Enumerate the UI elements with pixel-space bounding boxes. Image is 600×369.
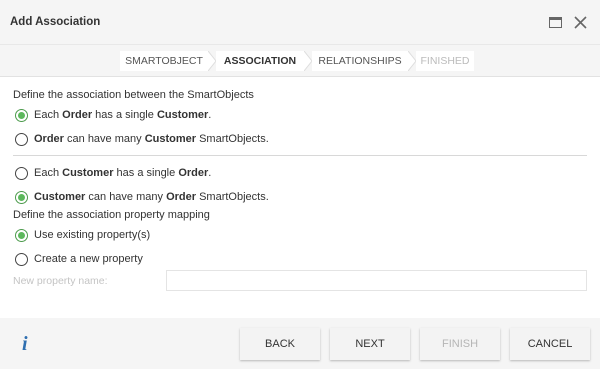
chevron-right-icon xyxy=(208,51,216,71)
back-button[interactable]: BACK xyxy=(240,328,320,360)
dialog-title: Add Association xyxy=(10,16,101,28)
close-icon[interactable] xyxy=(572,14,589,31)
radio-button[interactable] xyxy=(15,252,28,266)
radio-label: Each Order has a single Customer. xyxy=(34,109,212,121)
wizard-step-association[interactable]: ASSOCIATION xyxy=(216,51,304,71)
cancel-button[interactable]: CANCEL xyxy=(510,328,590,360)
maximize-icon[interactable] xyxy=(547,14,564,31)
info-icon[interactable]: i xyxy=(22,334,28,354)
radio-each-customer-single-order[interactable]: Each Customer has a single Order. xyxy=(15,165,211,181)
radio-create-new-property[interactable]: Create a new property xyxy=(15,251,143,267)
radio-button[interactable] xyxy=(15,108,28,122)
wizard-step-finished: FINISHED xyxy=(416,51,474,71)
new-property-name-label: New property name: xyxy=(13,275,108,287)
radio-label: Use existing property(s) xyxy=(34,229,151,241)
wizard-steps-bar: SMARTOBJECT ASSOCIATION RELATIONSHIPS FI… xyxy=(0,45,600,77)
radio-use-existing-property[interactable]: Use existing property(s) xyxy=(15,227,150,243)
radio-label: Customer can have many Order SmartObject… xyxy=(34,191,269,203)
new-property-name-input[interactable] xyxy=(166,270,587,291)
radio-label: Each Customer has a single Order. xyxy=(34,167,212,179)
dialog-titlebar: Add Association xyxy=(0,0,600,45)
wizard-step-relationships[interactable]: RELATIONSHIPS xyxy=(312,51,408,71)
next-button[interactable]: NEXT xyxy=(330,328,410,360)
mapping-heading: Define the association property mapping xyxy=(13,209,210,221)
association-heading: Define the association between the Smart… xyxy=(13,89,254,101)
radio-order-many-customers[interactable]: Order can have many Customer SmartObject… xyxy=(15,131,269,147)
radio-button[interactable] xyxy=(15,190,28,204)
section-divider xyxy=(13,155,587,156)
radio-button[interactable] xyxy=(15,132,28,146)
chevron-right-icon xyxy=(408,51,416,71)
radio-each-order-single-customer[interactable]: Each Order has a single Customer. xyxy=(15,107,211,123)
radio-label: Order can have many Customer SmartObject… xyxy=(34,133,269,145)
dialog-footer: i BACK NEXT FINISH CANCEL xyxy=(0,318,600,369)
finish-button: FINISH xyxy=(420,328,500,360)
radio-label: Create a new property xyxy=(34,253,143,265)
radio-button[interactable] xyxy=(15,228,28,242)
radio-button[interactable] xyxy=(15,166,28,180)
wizard-step-smartobject[interactable]: SMARTOBJECT xyxy=(120,51,208,71)
radio-customer-many-orders[interactable]: Customer can have many Order SmartObject… xyxy=(15,189,269,205)
chevron-right-icon xyxy=(304,51,312,71)
